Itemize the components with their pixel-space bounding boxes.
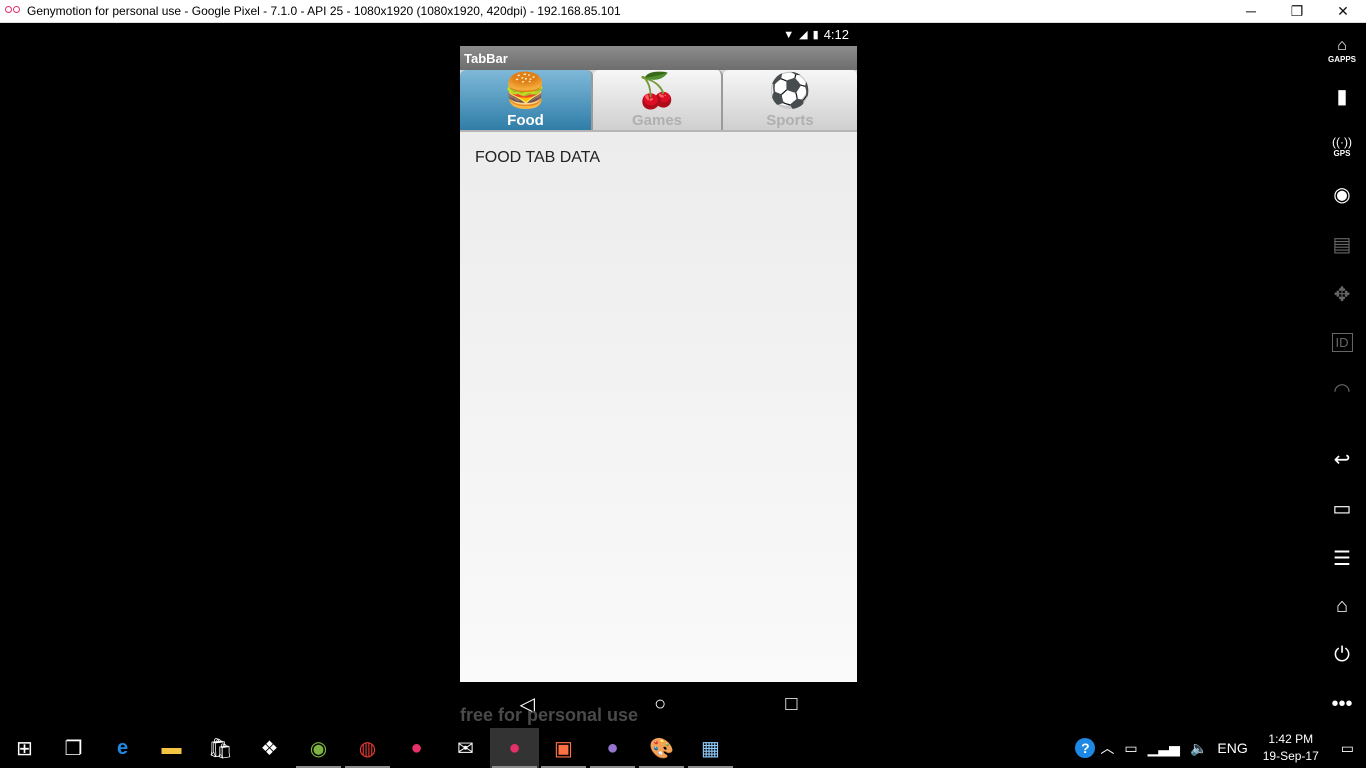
wifi-icon: ▼ <box>783 28 795 41</box>
more-button[interactable]: ••• <box>1318 691 1366 717</box>
paint-icon[interactable]: 🎨 <box>637 728 686 768</box>
id-icon: ID <box>1331 332 1353 352</box>
gps-icon: ((·)) <box>1332 134 1352 149</box>
battery-icon[interactable]: ▭ <box>1119 740 1142 757</box>
recent-apps-icon: ▭ <box>1332 497 1352 520</box>
status-time: 4:12 <box>823 27 849 42</box>
tab-sports[interactable]: ⚽ Sports <box>723 70 857 130</box>
tab-games[interactable]: 🍒 Games <box>593 70 723 130</box>
chevron-up-icon[interactable]: ︿ <box>1095 738 1119 758</box>
tab-label: Food <box>507 112 544 129</box>
clock[interactable]: 1:42 PM 19-Sep-17 <box>1253 731 1329 765</box>
github-icon[interactable]: ● <box>588 728 637 768</box>
gapps-button[interactable]: ⌂ GAPPS <box>1318 36 1366 64</box>
gps-label: GPS <box>1333 148 1351 158</box>
menu-button[interactable]: ☰ <box>1318 545 1366 571</box>
help-icon[interactable]: ? <box>1075 738 1096 758</box>
genymotion-toolbar: ⌂ GAPPS ▮ ((·)) GPS ◉ ▤ ✥ ID ◠ ↩ ▭ ☰ ⌂ ⏻… <box>1318 23 1366 728</box>
windows-taskbar: ⊞ ❐ e ▬ 🛍 ❖ ◉ ◍ ● ✉ ● ▣ ● 🎨 ▦ ? ︿ ▭ ▁▃▅ … <box>0 728 1366 768</box>
move-arrows-icon: ✥ <box>1333 283 1351 306</box>
cherries-icon: 🍒 <box>635 72 679 110</box>
minimize-button[interactable]: ─ <box>1228 0 1274 23</box>
window-titlebar: Genymotion for personal use - Google Pix… <box>0 0 1366 23</box>
power-icon: ⏻ <box>1334 643 1350 666</box>
battery-icon: ▮ <box>1336 85 1348 108</box>
chrome-icon[interactable]: ◍ <box>343 728 392 768</box>
android-status-bar: ▼ ◢ ▮ 4:12 <box>460 23 857 46</box>
notification-icon[interactable]: ▭ <box>1329 740 1366 757</box>
home-button[interactable]: ⌂ <box>1318 593 1366 619</box>
tab-content-text: FOOD TAB DATA <box>475 149 601 166</box>
webcam-icon: ◉ <box>1333 183 1351 206</box>
home-icon[interactable]: ○ <box>654 693 666 716</box>
store-icon[interactable]: 🛍 <box>196 728 245 768</box>
app-action-bar: TabBar <box>460 46 857 70</box>
battery-button[interactable]: ▮ <box>1318 83 1366 109</box>
gapps-icon: ⌂ <box>1337 36 1347 54</box>
menu-icon: ☰ <box>1333 547 1351 570</box>
genymotion-logo-icon <box>5 6 21 16</box>
signal-icon: ◢ <box>799 29 808 41</box>
tab-food[interactable]: 🍔 Food <box>460 70 593 130</box>
app-title: TabBar <box>464 50 508 66</box>
dropbox-icon[interactable]: ❖ <box>245 728 294 768</box>
window-title: Genymotion for personal use - Google Pix… <box>27 4 621 18</box>
mail-icon[interactable]: ✉ <box>441 728 490 768</box>
power-button[interactable]: ⏻ <box>1318 641 1366 669</box>
volume-icon[interactable]: 🔈 <box>1185 740 1212 757</box>
back-arrow-icon: ↩ <box>1333 448 1351 471</box>
recent-apps-button[interactable]: ▭ <box>1318 495 1366 521</box>
image-viewer-icon[interactable]: ▦ <box>686 728 735 768</box>
camera-button[interactable]: ◉ <box>1318 181 1366 207</box>
system-tray: ? ︿ ▭ ▁▃▅ 🔈 ENG 1:42 PM 19-Sep-17 ▭ <box>1075 728 1366 768</box>
android-screen: ▼ ◢ ▮ 4:12 TabBar 🍔 Food 🍒 Games ⚽ Sport… <box>460 23 857 682</box>
clock-time: 1:42 PM <box>1268 732 1314 746</box>
home-icon: ⌂ <box>1335 594 1349 617</box>
windows-start-icon[interactable]: ⊞ <box>0 728 49 768</box>
task-view-icon[interactable]: ❐ <box>49 728 98 768</box>
gapps-label: GAPPS <box>1327 54 1356 64</box>
clapperboard-icon: ▤ <box>1332 233 1352 256</box>
close-button[interactable]: ✕ <box>1320 0 1366 23</box>
tab-label: Games <box>631 112 683 129</box>
file-explorer-icon[interactable]: ▬ <box>147 728 196 768</box>
battery-icon: ▮ <box>812 29 819 41</box>
language-indicator[interactable]: ENG <box>1212 740 1252 756</box>
rss-icon: ◠ <box>1333 379 1351 402</box>
soccer-ball-icon: ⚽ <box>768 72 812 110</box>
watermark: free for personal use <box>460 705 639 725</box>
genymotion-window-icon[interactable]: ● <box>490 728 539 768</box>
screencast-button[interactable]: ▤ <box>1318 231 1366 257</box>
restore-button[interactable]: ❐ <box>1274 0 1320 23</box>
back-button[interactable]: ↩ <box>1318 446 1366 472</box>
tab-content: FOOD TAB DATA <box>460 132 857 682</box>
edge-icon[interactable]: e <box>98 728 147 768</box>
food-icon: 🍔 <box>504 72 547 110</box>
device-id-button[interactable]: ID <box>1318 329 1366 355</box>
move-button[interactable]: ✥ <box>1318 281 1366 307</box>
gps-button[interactable]: ((·)) GPS <box>1318 133 1366 159</box>
pdf-icon[interactable]: ▣ <box>539 728 588 768</box>
signal-icon[interactable]: ▁▃▅ <box>1143 740 1185 757</box>
network-button[interactable]: ◠ <box>1318 377 1366 403</box>
android-studio-icon[interactable]: ◉ <box>294 728 343 768</box>
more-dots-icon: ••• <box>1331 692 1353 715</box>
tab-label: Sports <box>766 112 814 129</box>
tab-bar: 🍔 Food 🍒 Games ⚽ Sports <box>460 70 857 132</box>
recents-icon[interactable]: □ <box>785 693 797 716</box>
genymotion-icon[interactable]: ● <box>392 728 441 768</box>
clock-date: 19-Sep-17 <box>1262 749 1319 763</box>
